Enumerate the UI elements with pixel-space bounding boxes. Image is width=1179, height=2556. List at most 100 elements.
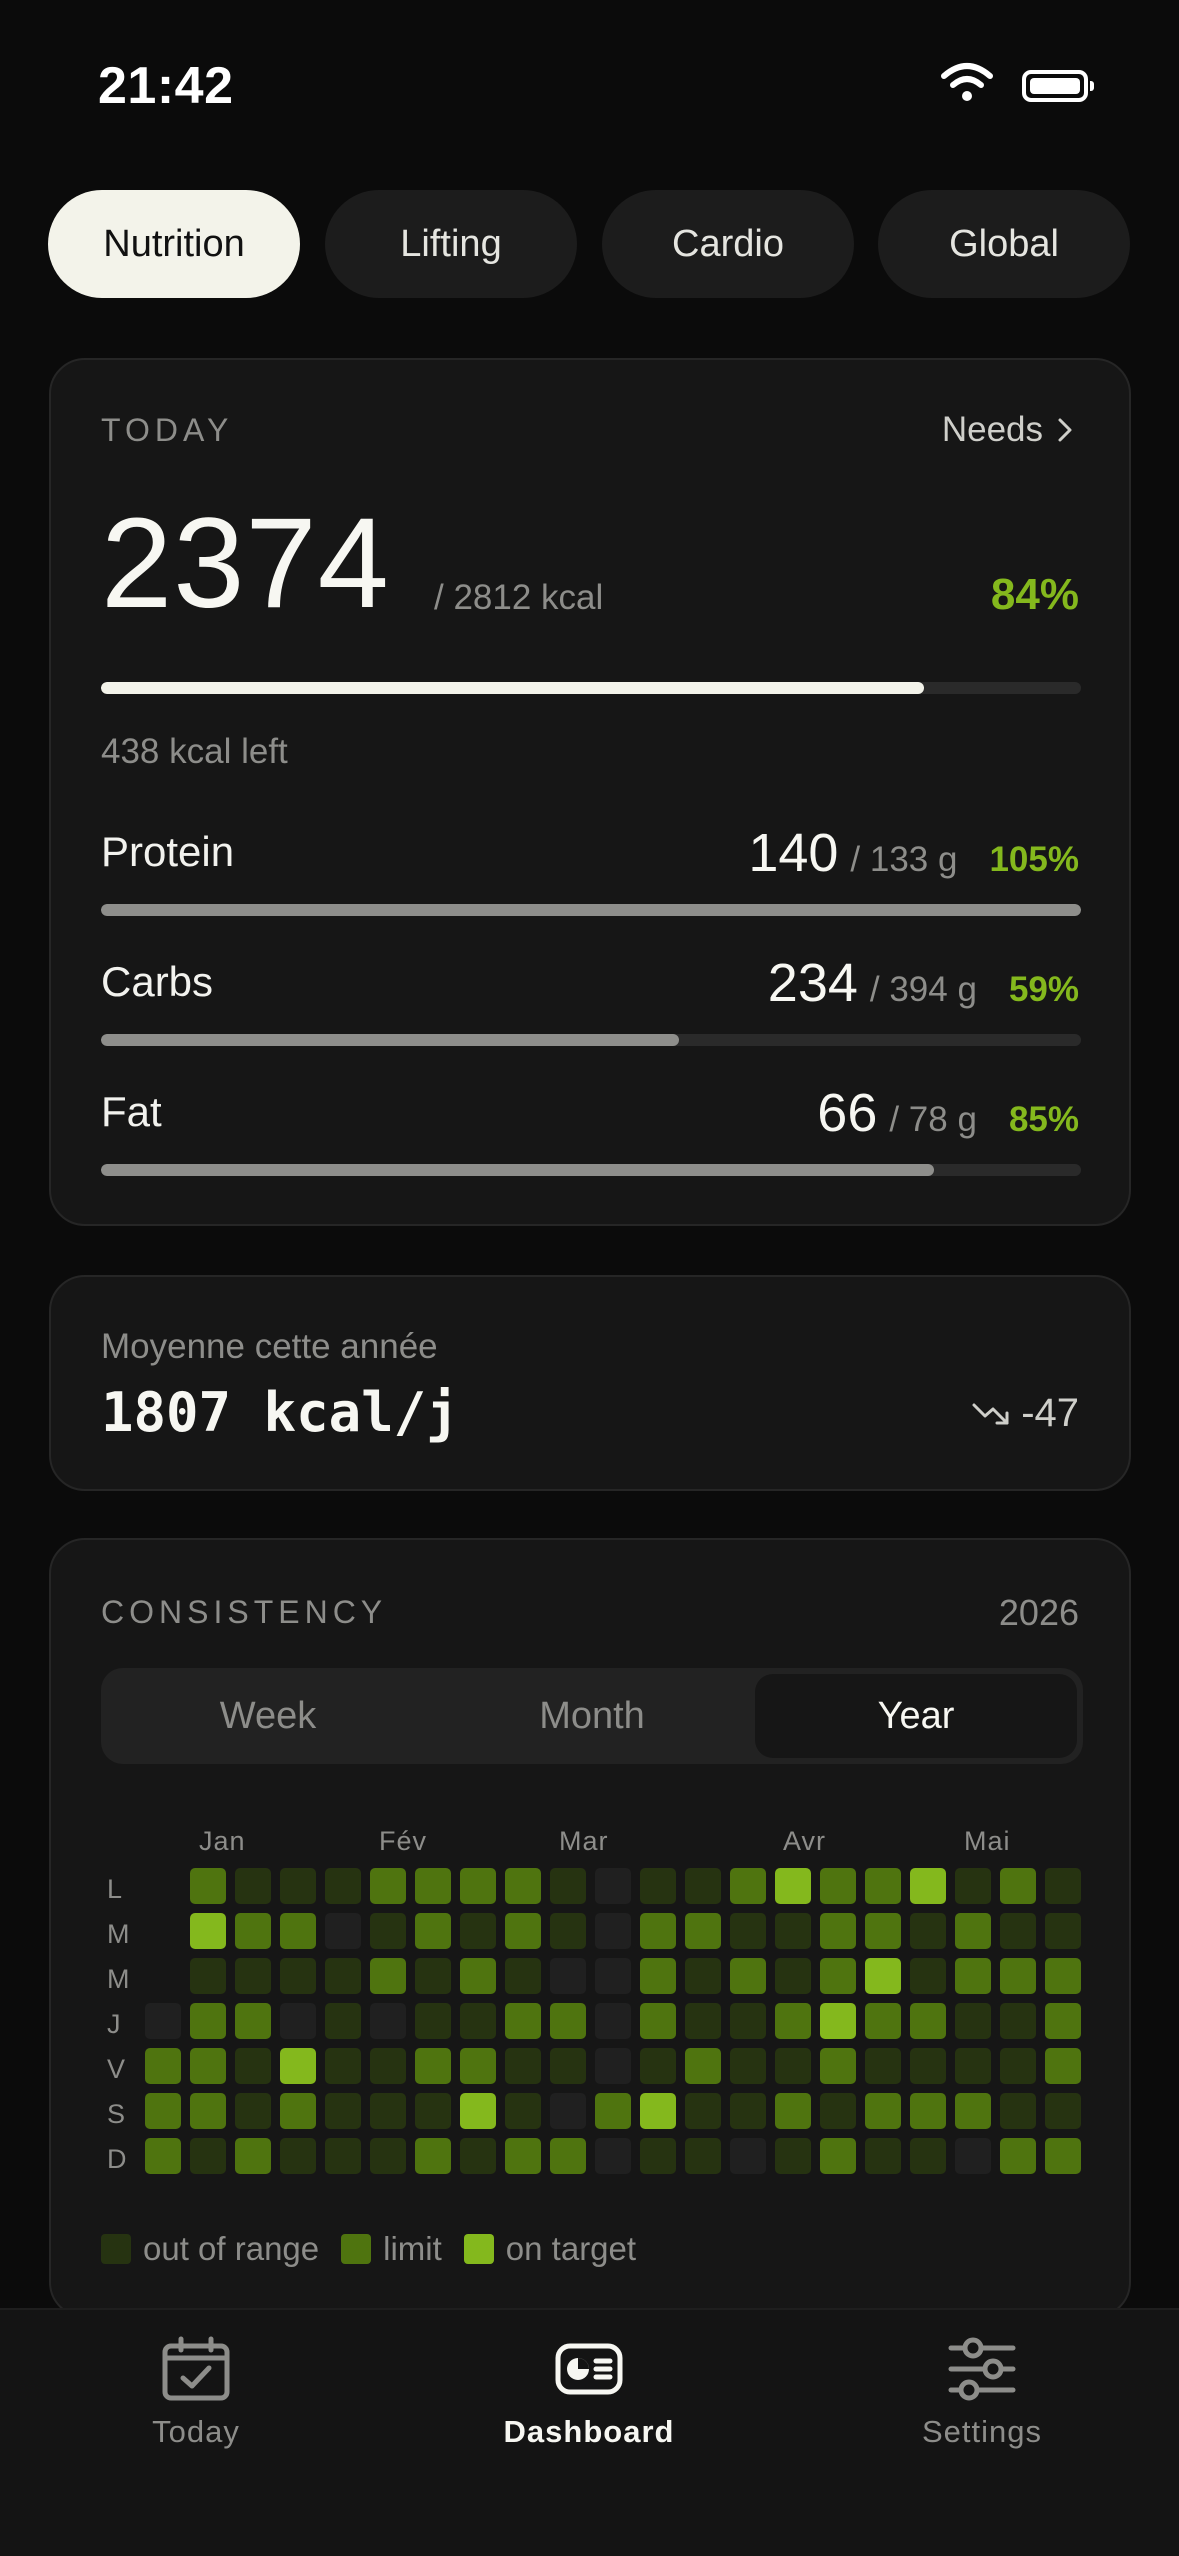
heatmap-cell <box>685 2003 721 2039</box>
legend-on-target: on target <box>463 2230 636 2268</box>
heatmap-cell <box>235 2138 271 2174</box>
nav-settings[interactable]: Settings <box>852 2336 1112 2450</box>
heatmap-cell <box>865 1958 901 1994</box>
month-label: Avr <box>783 1826 827 1856</box>
heatmap-cell <box>370 1868 406 1904</box>
heatmap-cell <box>865 2003 901 2039</box>
calories-progress-fill <box>101 682 925 694</box>
heatmap-cell <box>640 2048 676 2084</box>
heatmap-cell <box>235 2003 271 2039</box>
heatmap-cell <box>820 1958 856 1994</box>
heatmap-cell <box>910 2138 946 2174</box>
heatmap-cell <box>415 1958 451 1994</box>
heatmap-cell <box>505 2048 541 2084</box>
protein-progress-bar <box>101 904 1081 916</box>
heatmap-cell <box>910 1913 946 1949</box>
day-label: L <box>107 1874 123 1904</box>
heatmap-cell <box>145 2003 181 2039</box>
segment-month[interactable]: Month <box>431 1674 753 1758</box>
heatmap-cell <box>370 2048 406 2084</box>
heatmap-cell <box>1000 2003 1036 2039</box>
protein-value: 140 <box>748 823 839 883</box>
consistency-year: 2026 <box>998 1592 1079 1633</box>
heatmap-cell <box>955 2138 991 2174</box>
segment-week[interactable]: Week <box>107 1674 429 1758</box>
carbs-values: 234 / 394 g 59% <box>768 952 1079 1014</box>
heatmap-cell <box>325 1913 361 1949</box>
legend-swatch <box>341 2234 372 2264</box>
battery-icon <box>1022 70 1094 102</box>
heatmap-cell <box>505 1868 541 1904</box>
period-segmented-control: Week Month Year <box>101 1668 1083 1764</box>
heatmap-cell <box>190 1913 226 1949</box>
heatmap-cell <box>325 1958 361 1994</box>
heatmap-cell <box>415 2138 451 2174</box>
heatmap-cell <box>1045 1913 1081 1949</box>
calendar-check-icon <box>162 2336 230 2401</box>
needs-link[interactable]: Needs <box>942 410 1073 450</box>
yearly-average-card[interactable]: Moyenne cette année 1807 kcal/j -47 <box>49 1275 1131 1491</box>
heatmap-cell <box>955 1913 991 1949</box>
month-label: Mai <box>964 1826 1011 1856</box>
heatmap-cell <box>730 1958 766 1994</box>
heatmap-cell <box>1000 1868 1036 1904</box>
fat-goal: / 78 g <box>889 1100 977 1139</box>
heatmap-cell <box>775 2138 811 2174</box>
heatmap-cell <box>595 1868 631 1904</box>
consistency-card: CONSISTENCY 2026 Week Month Year Jan Fév… <box>49 1538 1131 2318</box>
heatmap-cell <box>910 2003 946 2039</box>
heatmap-cell <box>190 2138 226 2174</box>
heatmap-cell <box>730 2138 766 2174</box>
heatmap-cell <box>370 2138 406 2174</box>
heatmap-cell <box>415 1868 451 1904</box>
tab-nutrition[interactable]: Nutrition <box>48 190 300 298</box>
heatmap-cell <box>640 2093 676 2129</box>
tab-lifting[interactable]: Lifting <box>325 190 577 298</box>
heatmap-cell <box>685 2138 721 2174</box>
heatmap-cell <box>145 2138 181 2174</box>
heatmap-cell <box>595 2093 631 2129</box>
heatmap-cell <box>460 1868 496 1904</box>
heatmap-cell <box>325 2003 361 2039</box>
heatmap-cell <box>1045 2138 1081 2174</box>
carbs-percent: 59% <box>1008 970 1079 1009</box>
heatmap-cell <box>775 2003 811 2039</box>
heatmap-cell <box>1045 1958 1081 1994</box>
month-label: Mar <box>559 1826 609 1856</box>
heatmap-cell <box>550 1913 586 1949</box>
heatmap-cell <box>415 2093 451 2129</box>
month-label: Fév <box>379 1826 428 1856</box>
bottom-nav: Today Dashboard Settings <box>0 2308 1179 2556</box>
heatmap-cell <box>235 1958 271 1994</box>
heatmap-cell <box>595 2003 631 2039</box>
protein-progress-fill <box>101 904 1081 916</box>
nav-today[interactable]: Today <box>66 2336 326 2450</box>
calories-goal: / 2812 kcal <box>434 578 604 617</box>
heatmap-cell <box>595 2048 631 2084</box>
heatmap-cell <box>865 2048 901 2084</box>
fat-value: 66 <box>817 1083 878 1143</box>
tab-global[interactable]: Global <box>878 190 1130 298</box>
heatmap-cell <box>505 2093 541 2129</box>
legend-swatch <box>101 2234 131 2264</box>
segment-year[interactable]: Year <box>755 1674 1077 1758</box>
average-value: 1807 kcal/j <box>101 1381 459 1444</box>
heatmap-cell <box>190 1958 226 1994</box>
legend-label: limit <box>383 2230 442 2267</box>
heatmap-cell <box>460 1913 496 1949</box>
average-trend: -47 <box>971 1391 1079 1436</box>
heatmap-cell <box>235 1868 271 1904</box>
nav-settings-label: Settings <box>921 2414 1042 2449</box>
fat-values: 66 / 78 g 85% <box>817 1082 1079 1144</box>
nav-dashboard[interactable]: Dashboard <box>459 2336 719 2450</box>
trend-down-icon <box>972 1403 1009 1424</box>
protein-percent: 105% <box>989 840 1079 879</box>
calories-progress-bar <box>101 682 1081 694</box>
heatmap-cell <box>280 2003 316 2039</box>
heatmap-cell <box>820 2003 856 2039</box>
heatmap-cell <box>190 2048 226 2084</box>
tab-cardio[interactable]: Cardio <box>602 190 854 298</box>
heatmap-cell <box>460 2093 496 2129</box>
calories-consumed: 2374 <box>101 492 390 635</box>
heatmap-cell <box>1000 1913 1036 1949</box>
